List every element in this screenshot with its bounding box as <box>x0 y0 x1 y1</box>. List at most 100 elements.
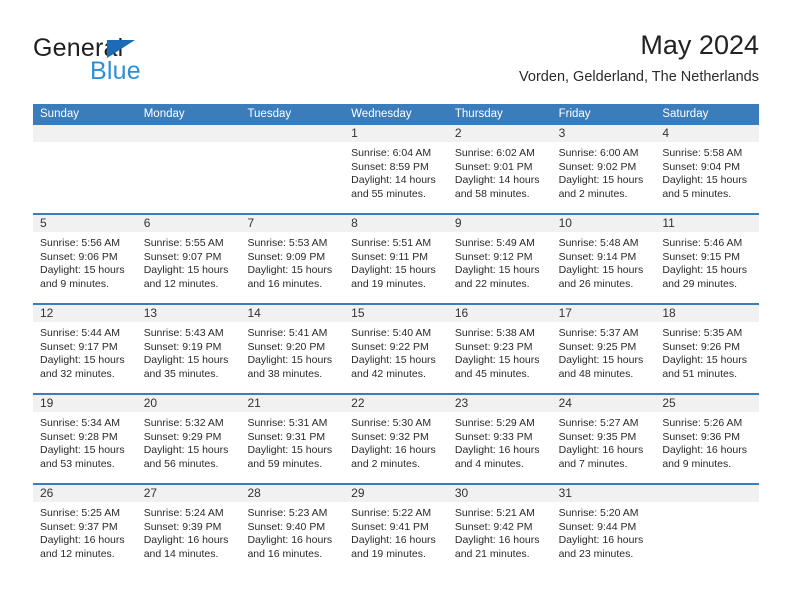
daylight-text: Daylight: 14 hours and 58 minutes. <box>454 174 540 200</box>
day-number: 9 <box>447 215 552 232</box>
day-number: 18 <box>655 305 760 322</box>
daylight-text: Daylight: 15 hours and 5 minutes. <box>662 174 747 200</box>
daylight-text: Daylight: 16 hours and 12 minutes. <box>40 534 125 560</box>
day-number: 22 <box>344 395 448 412</box>
sunrise-text: Sunrise: 5:40 AM <box>351 327 432 339</box>
day-number: 24 <box>551 395 656 412</box>
day-cell[interactable]: 25 Sunrise: 5:26 AM Sunset: 9:36 PM Dayl… <box>655 395 760 483</box>
daylight-text: Daylight: 15 hours and 56 minutes. <box>143 444 229 470</box>
day-number: 11 <box>655 215 760 232</box>
day-details: Sunrise: 5:38 AM Sunset: 9:23 PM Dayligh… <box>448 322 552 381</box>
day-cell[interactable]: 30 Sunrise: 5:21 AM Sunset: 9:42 PM Dayl… <box>447 485 552 573</box>
day-cell[interactable] <box>240 125 345 213</box>
day-cell[interactable] <box>33 125 137 213</box>
day-cell[interactable]: 3 Sunrise: 6:00 AM Sunset: 9:02 PM Dayli… <box>551 125 656 213</box>
sunset-text: Sunset: 9:35 PM <box>558 430 637 443</box>
day-cell[interactable] <box>136 125 241 213</box>
sunset-text: Sunset: 9:17 PM <box>40 340 118 353</box>
day-cell[interactable]: 8 Sunrise: 5:51 AM Sunset: 9:11 PM Dayli… <box>344 215 448 303</box>
sunrise-text: Sunrise: 5:30 AM <box>351 417 432 429</box>
title-block: May 2024 Vorden, Gelderland, The Netherl… <box>519 28 759 88</box>
week-row: 26 Sunrise: 5:25 AM Sunset: 9:37 PM Dayl… <box>33 483 760 573</box>
day-details: Sunrise: 5:29 AM Sunset: 9:33 PM Dayligh… <box>448 412 552 471</box>
day-details: Sunrise: 6:04 AM Sunset: 8:59 PM Dayligh… <box>344 142 448 201</box>
day-cell[interactable]: 12 Sunrise: 5:44 AM Sunset: 9:17 PM Dayl… <box>33 305 137 393</box>
day-details: Sunrise: 5:55 AM Sunset: 9:07 PM Dayligh… <box>137 232 241 291</box>
day-number: 27 <box>136 485 241 502</box>
calendar-grid: Sunday Monday Tuesday Wednesday Thursday… <box>33 104 760 573</box>
weekday-header-monday: Monday <box>143 108 185 120</box>
sunrise-text: Sunrise: 5:43 AM <box>143 327 224 339</box>
page-title: May 2024 <box>640 30 759 60</box>
weekday-header-wednesday: Wednesday <box>351 108 412 120</box>
day-cell[interactable]: 27 Sunrise: 5:24 AM Sunset: 9:39 PM Dayl… <box>136 485 241 573</box>
day-details: Sunrise: 6:00 AM Sunset: 9:02 PM Dayligh… <box>552 142 656 201</box>
weekday-header-sunday: Sunday <box>40 108 80 120</box>
day-cell[interactable]: 24 Sunrise: 5:27 AM Sunset: 9:35 PM Dayl… <box>551 395 656 483</box>
day-details: Sunrise: 5:22 AM Sunset: 9:41 PM Dayligh… <box>344 502 448 561</box>
sunset-text: Sunset: 9:42 PM <box>454 520 533 533</box>
day-cell[interactable]: 14 Sunrise: 5:41 AM Sunset: 9:20 PM Dayl… <box>240 305 345 393</box>
sunrise-text: Sunrise: 5:56 AM <box>40 237 120 249</box>
day-number <box>240 125 345 142</box>
day-cell[interactable]: 4 Sunrise: 5:58 AM Sunset: 9:04 PM Dayli… <box>655 125 760 213</box>
sunrise-text: Sunrise: 5:26 AM <box>662 417 743 429</box>
day-details: Sunrise: 5:23 AM Sunset: 9:40 PM Dayligh… <box>240 502 344 561</box>
day-cell[interactable]: 13 Sunrise: 5:43 AM Sunset: 9:19 PM Dayl… <box>136 305 241 393</box>
general-blue-logo[interactable]: General Blue <box>33 34 273 90</box>
daylight-text: Daylight: 15 hours and 12 minutes. <box>143 264 229 290</box>
day-details: Sunrise: 5:32 AM Sunset: 9:29 PM Dayligh… <box>137 412 241 471</box>
day-cell[interactable]: 11 Sunrise: 5:46 AM Sunset: 9:15 PM Dayl… <box>655 215 760 303</box>
day-cell[interactable]: 20 Sunrise: 5:32 AM Sunset: 9:29 PM Dayl… <box>136 395 241 483</box>
day-number: 2 <box>447 125 552 142</box>
day-cell[interactable]: 23 Sunrise: 5:29 AM Sunset: 9:33 PM Dayl… <box>447 395 552 483</box>
day-cell[interactable]: 31 Sunrise: 5:20 AM Sunset: 9:44 PM Dayl… <box>551 485 656 573</box>
day-number: 13 <box>136 305 241 322</box>
day-number: 25 <box>655 395 760 412</box>
day-cell[interactable]: 15 Sunrise: 5:40 AM Sunset: 9:22 PM Dayl… <box>344 305 448 393</box>
day-cell[interactable]: 6 Sunrise: 5:55 AM Sunset: 9:07 PM Dayli… <box>136 215 241 303</box>
day-cell[interactable]: 19 Sunrise: 5:34 AM Sunset: 9:28 PM Dayl… <box>33 395 137 483</box>
day-cell[interactable]: 5 Sunrise: 5:56 AM Sunset: 9:06 PM Dayli… <box>33 215 137 303</box>
sunset-text: Sunset: 9:22 PM <box>351 340 429 353</box>
day-details: Sunrise: 5:24 AM Sunset: 9:39 PM Dayligh… <box>137 502 241 561</box>
day-number <box>136 125 241 142</box>
day-cell[interactable]: 22 Sunrise: 5:30 AM Sunset: 9:32 PM Dayl… <box>344 395 448 483</box>
day-number: 31 <box>551 485 656 502</box>
day-cell[interactable]: 17 Sunrise: 5:37 AM Sunset: 9:25 PM Dayl… <box>551 305 656 393</box>
day-cell[interactable]: 2 Sunrise: 6:02 AM Sunset: 9:01 PM Dayli… <box>447 125 552 213</box>
sunrise-text: Sunrise: 5:41 AM <box>247 327 328 339</box>
daylight-text: Daylight: 15 hours and 48 minutes. <box>558 354 644 380</box>
daylight-text: Daylight: 15 hours and 51 minutes. <box>662 354 747 380</box>
sunrise-text: Sunrise: 5:29 AM <box>454 417 535 429</box>
sunset-text: Sunset: 9:04 PM <box>662 160 740 173</box>
day-cell[interactable]: 18 Sunrise: 5:35 AM Sunset: 9:26 PM Dayl… <box>655 305 760 393</box>
day-cell[interactable]: 9 Sunrise: 5:49 AM Sunset: 9:12 PM Dayli… <box>447 215 552 303</box>
sunrise-text: Sunrise: 5:46 AM <box>662 237 743 249</box>
sunrise-text: Sunrise: 6:00 AM <box>558 147 639 159</box>
day-cell[interactable]: 26 Sunrise: 5:25 AM Sunset: 9:37 PM Dayl… <box>33 485 137 573</box>
sunset-text: Sunset: 9:01 PM <box>454 160 533 173</box>
daylight-text: Daylight: 15 hours and 29 minutes. <box>662 264 747 290</box>
day-details: Sunrise: 5:48 AM Sunset: 9:14 PM Dayligh… <box>552 232 656 291</box>
day-number: 6 <box>136 215 241 232</box>
day-cell[interactable]: 7 Sunrise: 5:53 AM Sunset: 9:09 PM Dayli… <box>240 215 345 303</box>
logo-text-blue: Blue <box>90 57 141 85</box>
day-cell[interactable]: 21 Sunrise: 5:31 AM Sunset: 9:31 PM Dayl… <box>240 395 345 483</box>
day-cell[interactable]: 28 Sunrise: 5:23 AM Sunset: 9:40 PM Dayl… <box>240 485 345 573</box>
day-number: 8 <box>344 215 448 232</box>
day-number: 20 <box>136 395 241 412</box>
page-subtitle: Vorden, Gelderland, The Netherlands <box>519 69 759 85</box>
day-cell[interactable]: 10 Sunrise: 5:48 AM Sunset: 9:14 PM Dayl… <box>551 215 656 303</box>
day-cell[interactable]: 1 Sunrise: 6:04 AM Sunset: 8:59 PM Dayli… <box>344 125 448 213</box>
day-details: Sunrise: 5:21 AM Sunset: 9:42 PM Dayligh… <box>448 502 552 561</box>
daylight-text: Daylight: 15 hours and 26 minutes. <box>558 264 644 290</box>
sunset-text: Sunset: 9:40 PM <box>247 520 326 533</box>
day-cell[interactable]: 29 Sunrise: 5:22 AM Sunset: 9:41 PM Dayl… <box>344 485 448 573</box>
sunrise-text: Sunrise: 5:48 AM <box>558 237 639 249</box>
sunset-text: Sunset: 9:33 PM <box>454 430 533 443</box>
day-cell[interactable] <box>655 485 760 573</box>
day-number <box>33 125 137 142</box>
day-cell[interactable]: 16 Sunrise: 5:38 AM Sunset: 9:23 PM Dayl… <box>447 305 552 393</box>
day-number: 30 <box>447 485 552 502</box>
